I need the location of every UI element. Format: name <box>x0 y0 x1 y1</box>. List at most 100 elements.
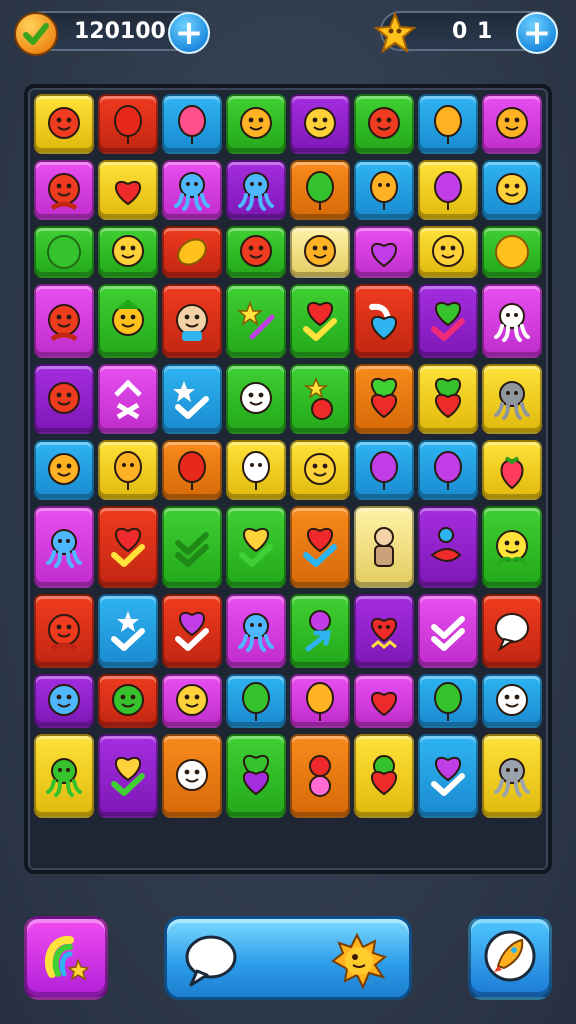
tile-heart-check[interactable] <box>290 284 350 358</box>
tile-heart-check-green[interactable] <box>418 284 478 358</box>
tile-green-balloon[interactable] <box>226 674 286 728</box>
tile-yellow-bird[interactable] <box>482 160 542 220</box>
add-score-button[interactable]: + <box>168 12 210 54</box>
tile-heart-check-blue[interactable] <box>290 506 350 588</box>
tile-hearts[interactable] <box>354 364 414 434</box>
tile-gray-octopus[interactable] <box>482 734 542 818</box>
tile-orange-balloon-face[interactable] <box>98 440 158 500</box>
blue-octopus-icon <box>42 525 86 569</box>
tile-white-checks[interactable] <box>418 594 478 668</box>
tile-red-balloon[interactable] <box>98 94 158 154</box>
tile-pink-balloon[interactable] <box>162 94 222 154</box>
tile-red-heart[interactable] <box>354 674 414 728</box>
tile-heart-check-yellow[interactable] <box>98 734 158 818</box>
red-heart-icon <box>362 679 406 723</box>
tile-orange-balloon-face[interactable] <box>354 160 414 220</box>
tile-bread[interactable] <box>162 226 222 278</box>
tile-white-bird[interactable] <box>226 364 286 434</box>
tile-star-wand[interactable] <box>226 284 286 358</box>
tile-fish[interactable] <box>418 506 478 588</box>
bread-icon <box>170 230 214 274</box>
tile-yellow-bird[interactable] <box>162 674 222 728</box>
tile-yellow-flower[interactable] <box>482 506 542 588</box>
tile-white-face[interactable] <box>482 674 542 728</box>
star-wand-icon <box>234 299 278 343</box>
tile-purple-balloon[interactable] <box>418 440 478 500</box>
tile-gray-monkey[interactable] <box>482 364 542 434</box>
tile-heart-check[interactable] <box>98 506 158 588</box>
tile-orange-creature[interactable] <box>226 94 286 154</box>
tile-blue-octopus[interactable] <box>226 594 286 668</box>
tile-red-pink-balloons[interactable] <box>290 734 350 818</box>
tile-red-bird[interactable] <box>226 226 286 278</box>
booster-rainbow-button[interactable] <box>24 916 108 1000</box>
yellow-ball-icon <box>490 230 534 274</box>
tile-green-octopus[interactable] <box>34 734 94 818</box>
yellow-flower-icon <box>490 525 534 569</box>
tile-purple-heart[interactable] <box>354 226 414 278</box>
tile-heart-check-purple[interactable] <box>418 734 478 818</box>
tile-blue-boy[interactable] <box>162 284 222 358</box>
tile-green-face[interactable] <box>98 674 158 728</box>
tile-orange-balloon[interactable] <box>418 94 478 154</box>
tile-red-creature-white[interactable] <box>34 594 94 668</box>
tile-red-girl[interactable] <box>34 284 94 358</box>
tile-orange-face[interactable] <box>290 226 350 278</box>
tile-yellow-creature[interactable] <box>290 440 350 500</box>
tile-blue-octopus[interactable] <box>162 160 222 220</box>
red-bird-icon <box>42 102 86 146</box>
tile-green-purple-hearts[interactable] <box>226 734 286 818</box>
tile-blue-octopus[interactable] <box>34 506 94 588</box>
tile-white-star-check[interactable] <box>98 594 158 668</box>
tile-red-balloon[interactable] <box>162 440 222 500</box>
tile-red-strawberry[interactable] <box>482 440 542 500</box>
blue-boy-icon <box>170 299 214 343</box>
game-board <box>24 84 552 874</box>
tile-red-creature[interactable] <box>354 94 414 154</box>
tile-white-speech[interactable] <box>482 594 542 668</box>
yellow-bird-icon <box>170 679 214 723</box>
tile-doll[interactable] <box>354 506 414 588</box>
tile-yellow-face[interactable] <box>418 226 478 278</box>
tile-white-seahorse[interactable] <box>162 734 222 818</box>
tile-orange-face[interactable] <box>482 94 542 154</box>
tile-white-stars[interactable] <box>162 364 222 434</box>
tile-green-balloon[interactable] <box>290 160 350 220</box>
tile-balloon-arrow[interactable] <box>290 594 350 668</box>
tile-yellow-seahorse[interactable] <box>98 226 158 278</box>
tile-green-red-balloons[interactable] <box>354 734 414 818</box>
white-face-icon <box>490 679 534 723</box>
tile-green-gnome[interactable] <box>98 284 158 358</box>
yellow-face-icon <box>298 102 342 146</box>
tile-heart-check-purple[interactable] <box>162 594 222 668</box>
play-action-button[interactable] <box>164 916 412 1000</box>
tile-green-checks[interactable] <box>162 506 222 588</box>
heart-check-yellow-icon <box>234 525 278 569</box>
tile-star-apple[interactable] <box>290 364 350 434</box>
tile-red-bird[interactable] <box>34 94 94 154</box>
tile-green-red-hearts[interactable] <box>418 364 478 434</box>
tile-red-heart[interactable] <box>98 160 158 220</box>
tile-red-bird[interactable] <box>34 364 94 434</box>
booster-rocket-button[interactable] <box>468 916 552 1000</box>
tile-blue-octopus[interactable] <box>226 160 286 220</box>
tile-orange-balloon[interactable] <box>290 674 350 728</box>
tile-yellow-ball[interactable] <box>482 226 542 278</box>
tile-white-arrows[interactable] <box>98 364 158 434</box>
tile-purple-balloon[interactable] <box>354 440 414 500</box>
add-coins-button[interactable]: + <box>516 12 558 54</box>
tile-blue-face[interactable] <box>34 674 94 728</box>
heart-check-purple-icon <box>426 754 470 798</box>
tile-green-ball[interactable] <box>34 226 94 278</box>
tile-mermaid[interactable] <box>34 160 94 220</box>
tile-white-balloon-face[interactable] <box>226 440 286 500</box>
tile-orange-face[interactable] <box>34 440 94 500</box>
tile-yellow-face[interactable] <box>290 94 350 154</box>
tile-purple-balloon[interactable] <box>418 160 478 220</box>
red-strawberry-icon <box>490 448 534 492</box>
tile-green-balloon[interactable] <box>418 674 478 728</box>
tile-white-octopus[interactable] <box>482 284 542 358</box>
tile-heart-check-yellow[interactable] <box>226 506 286 588</box>
tile-candy-heart[interactable] <box>354 284 414 358</box>
tile-red-heart-face[interactable] <box>354 594 414 668</box>
